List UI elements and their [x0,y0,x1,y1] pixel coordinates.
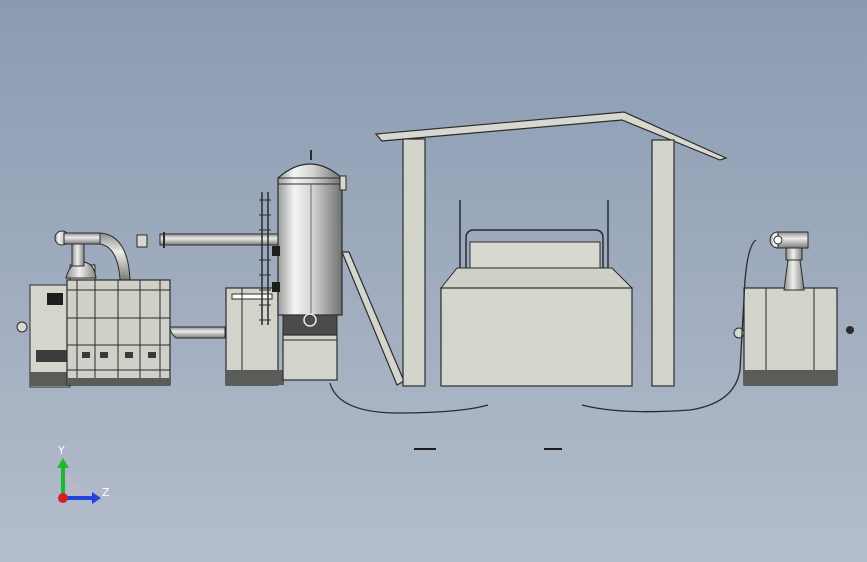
cad-viewport[interactable]: Y Z [0,0,867,562]
conveyor-chute [341,251,405,386]
boiler-stand [225,287,284,386]
x-axis-indicator [58,493,68,503]
axis-triad[interactable] [57,458,101,504]
container-frame [66,279,226,386]
tank [439,200,634,387]
model-scene[interactable] [0,0,867,562]
ladder [259,192,271,325]
flue-pipe [136,232,279,248]
z-axis-arrowhead [92,492,101,504]
right-skid-unit [733,231,854,386]
pressure-vessel [272,150,347,381]
y-axis-label: Y [58,444,65,457]
z-axis-label: Z [102,486,110,499]
triad-plane-shading [66,474,90,495]
y-axis-arrowhead [57,458,69,468]
